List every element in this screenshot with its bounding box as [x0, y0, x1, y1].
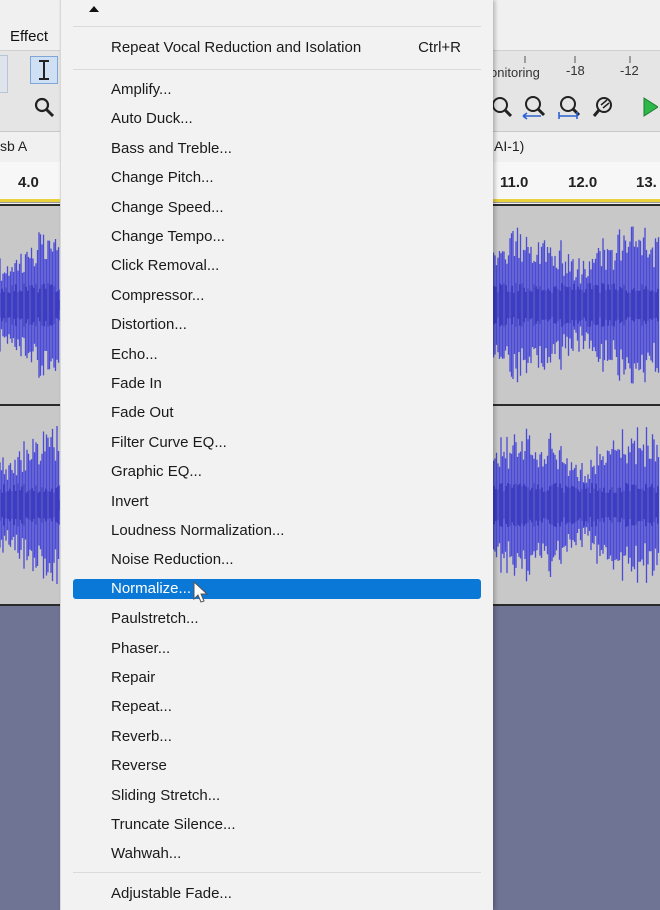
menu-item-repair[interactable]: Repair — [73, 667, 481, 689]
zoom-toggle-icon — [592, 97, 612, 117]
menu-item-label: Distortion... — [111, 316, 187, 333]
meter-tick: -12 — [620, 63, 639, 78]
menu-item-distortion[interactable]: Distortion... — [73, 314, 481, 336]
menu-item-filter-curve-eq[interactable]: Filter Curve EQ... — [73, 432, 481, 454]
menu-item-repeat[interactable]: Repeat... — [73, 696, 481, 718]
menu-item-graphic-eq[interactable]: Graphic EQ... — [73, 461, 481, 483]
menu-item-label: Reverb... — [111, 728, 172, 745]
menu-item-change-speed[interactable]: Change Speed... — [73, 197, 481, 219]
effect-menu: Repeat Vocal Reduction and Isolation Ctr… — [60, 0, 493, 910]
zoom-tool-button[interactable] — [30, 93, 58, 121]
device-left-text[interactable]: sb A — [0, 138, 27, 154]
menu-item-label: Change Pitch... — [111, 169, 214, 186]
ruler-tick: 13. — [636, 174, 657, 191]
menu-item-label: Adjustable Fade... — [111, 885, 232, 902]
menu-item-truncate-silence[interactable]: Truncate Silence... — [73, 814, 481, 836]
menu-item-paulstretch[interactable]: Paulstretch... — [73, 608, 481, 630]
menu-item-label: Wahwah... — [111, 845, 182, 862]
menu-effect[interactable]: Effect — [10, 28, 48, 45]
monitoring-label: onitoring — [490, 65, 540, 80]
audacity-window: Effect onitoring -18 -12 sb A AI-1) 4.0 … — [0, 0, 660, 910]
menu-item-label: Repeat... — [111, 698, 172, 715]
menu-item-label: Sliding Stretch... — [111, 787, 221, 804]
menu-item-normalize[interactable]: Normalize... — [73, 579, 481, 599]
mouse-pointer-icon — [193, 581, 209, 603]
menu-item-label: Compressor... — [111, 287, 205, 304]
menu-item-label: Repeat Vocal Reduction and Isolation — [111, 39, 362, 56]
ruler-tick: 12.0 — [568, 174, 598, 191]
menu-item-label: Graphic EQ... — [111, 463, 202, 480]
device-right-text[interactable]: AI-1) — [494, 138, 524, 154]
menu-item-label: Paulstretch... — [111, 610, 199, 627]
menu-item-loudness-normalization[interactable]: Loudness Normalization... — [73, 520, 481, 542]
menu-item-label: Invert — [111, 493, 149, 510]
menu-item-amplify[interactable]: Amplify... — [73, 79, 481, 101]
menu-separator — [73, 69, 481, 70]
menu-item-label: Click Removal... — [111, 257, 220, 274]
menu-item-fade-out[interactable]: Fade Out — [73, 402, 481, 424]
meter-tick: -18 — [566, 63, 585, 78]
menu-item-click-removal[interactable]: Click Removal... — [73, 255, 481, 277]
ruler-tick: 11.0 — [500, 174, 529, 191]
menu-item-label: Phaser... — [111, 640, 171, 657]
menu-item-label: Truncate Silence... — [111, 816, 236, 833]
menu-item-wahwah[interactable]: Wahwah... — [73, 843, 481, 865]
menu-item-label: Change Speed... — [111, 199, 224, 216]
menu-item-label: Loudness Normalization... — [111, 522, 285, 539]
zoom-out-button[interactable] — [520, 93, 548, 121]
toolbar-left-edge — [0, 55, 8, 93]
menu-item-label: Amplify... — [111, 81, 172, 98]
menu-separator — [73, 872, 481, 873]
menu-item-auto-duck[interactable]: Auto Duck... — [73, 108, 481, 130]
menu-item-change-tempo[interactable]: Change Tempo... — [73, 226, 481, 248]
menu-item-echo[interactable]: Echo... — [73, 344, 481, 366]
zoom-tool-icon — [34, 97, 55, 118]
menu-item-label: Change Tempo... — [111, 228, 225, 245]
menu-item-reverb[interactable]: Reverb... — [73, 726, 481, 748]
play-button[interactable] — [638, 93, 660, 121]
play-icon — [643, 97, 658, 117]
menu-item-compressor[interactable]: Compressor... — [73, 285, 481, 307]
menu-item-change-pitch[interactable]: Change Pitch... — [73, 167, 481, 189]
zoom-out-icon — [522, 96, 546, 120]
menu-item-label: Normalize... — [111, 580, 192, 597]
menu-item-label: Bass and Treble... — [111, 140, 232, 157]
meter-scale — [524, 56, 631, 63]
menu-item-repeat-last[interactable]: Repeat Vocal Reduction and Isolation Ctr… — [73, 37, 481, 59]
menu-item-label: Reverse — [111, 757, 167, 774]
menu-item-phaser[interactable]: Phaser... — [73, 638, 481, 660]
menu-item-label: Filter Curve EQ... — [111, 434, 227, 451]
menu-item-shortcut: Ctrl+R — [418, 39, 461, 56]
menu-item-noise-reduction[interactable]: Noise Reduction... — [73, 549, 481, 571]
menu-item-reverse[interactable]: Reverse — [73, 755, 481, 777]
fit-selection-icon — [558, 96, 581, 119]
select-tool-icon — [39, 60, 49, 80]
menu-item-invert[interactable]: Invert — [73, 491, 481, 513]
menu-item-bass-and-treble[interactable]: Bass and Treble... — [73, 138, 481, 160]
fit-selection-button[interactable] — [555, 93, 583, 121]
zoom-in-icon — [492, 97, 513, 118]
menu-item-label: Fade Out — [111, 404, 174, 421]
menu-scroll-up-icon[interactable] — [89, 6, 99, 12]
menu-item-sliding-stretch[interactable]: Sliding Stretch... — [73, 785, 481, 807]
select-tool-button[interactable] — [30, 56, 58, 84]
zoom-toggle-button[interactable] — [590, 93, 618, 121]
menu-item-label: Echo... — [111, 346, 158, 363]
menu-separator — [73, 26, 481, 27]
menu-item-fade-in[interactable]: Fade In — [73, 373, 481, 395]
menu-item-label: Auto Duck... — [111, 110, 193, 127]
ruler-tick: 4.0 — [18, 174, 39, 191]
menu-item-label: Noise Reduction... — [111, 551, 234, 568]
menu-item-adjustable-fade[interactable]: Adjustable Fade... — [73, 883, 481, 905]
menu-item-label: Fade In — [111, 375, 162, 392]
menu-item-label: Repair — [111, 669, 156, 686]
